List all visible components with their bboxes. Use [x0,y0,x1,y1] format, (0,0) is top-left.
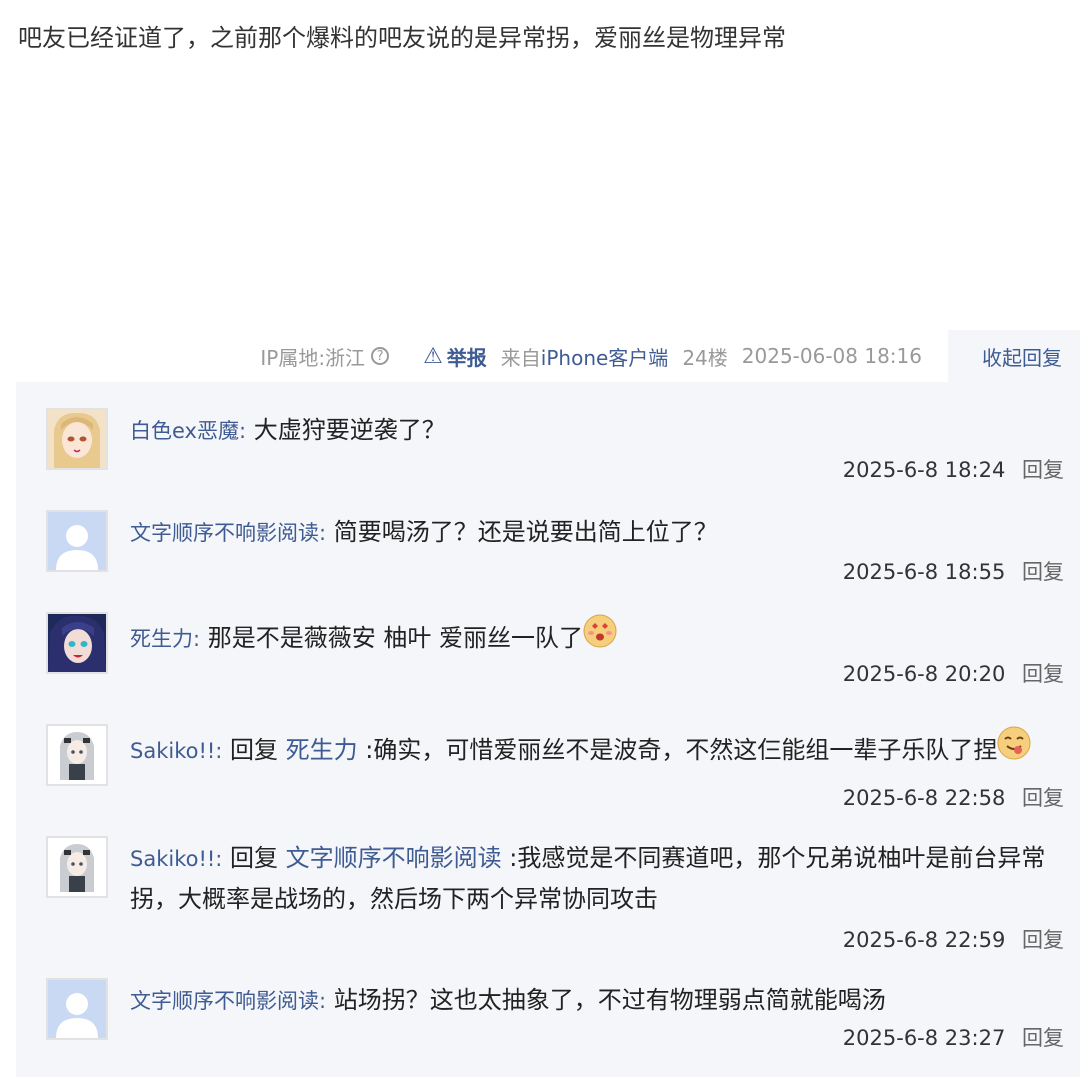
list-item: Sakiko!!: 回复 文字顺序不响影阅读 :我感觉是不同赛道吧，那个兄弟说柚… [46,836,1064,956]
reply-username[interactable]: 白色ex恶魔 [130,419,239,443]
reply-button[interactable]: 回复 [1022,662,1064,686]
anime-girl-silver-icon [48,838,106,896]
reply-text: 死生力: 那是不是薇薇安 柚叶 爱丽丝一队了 [130,614,1064,659]
reply-content: 站场拐？这也太抽象了，不过有物理弱点简就能喝汤 [333,986,886,1014]
reply-content: 简要喝汤了？还是说要出简上位了？ [333,518,718,546]
reply-time: 2025-6-8 22:58 [842,786,1006,810]
reply-username[interactable]: 死生力 [130,627,193,651]
reply-content: 大虚狩要逆袭了？ [253,416,446,444]
reply-to-label: 回复 [230,736,279,764]
reply-time: 2025-6-8 22:59 [842,928,1006,952]
anime-girl-dark-icon [48,614,106,672]
avatar[interactable] [46,612,108,674]
avatar[interactable] [46,510,108,572]
reply-footer: 2025-6-8 22:58 回复 [843,782,1064,812]
reply-text: 白色ex恶魔: 大虚狩要逆袭了？ [130,416,446,444]
list-item: 死生力: 那是不是薇薇安 柚叶 爱丽丝一队了 2025-6-8 20:20 回复 [46,612,1064,702]
collapse-replies-button[interactable]: 收起回复 [948,330,1080,382]
reply-button[interactable]: 回复 [1022,1026,1064,1050]
list-item: 白色ex恶魔: 大虚狩要逆袭了？ 2025-6-8 18:24 回复 [46,408,1064,498]
reply-button[interactable]: 回复 [1022,560,1064,584]
reply-footer: 2025-6-8 20:20 回复 [843,658,1064,688]
reply-time: 2025-6-8 18:24 [842,458,1006,482]
default-avatar-icon [48,512,106,570]
reply-username[interactable]: 文字顺序不响影阅读 [130,521,319,545]
tongue-emoji-icon [997,726,1031,760]
reply-text: 文字顺序不响影阅读: 简要喝汤了？还是说要出简上位了？ [130,518,718,546]
reply-footer: 2025-6-8 18:55 回复 [843,556,1064,586]
client-link[interactable]: iPhone客户端 [541,342,669,371]
reply-time: 2025-6-8 20:20 [842,662,1006,686]
reply-list: 白色ex恶魔: 大虚狩要逆袭了？ 2025-6-8 18:24 回复 文字顺序不… [16,382,1080,1077]
reply-content: 那是不是薇薇安 柚叶 爱丽丝一队了 [207,624,583,652]
default-avatar-icon [48,980,106,1038]
reply-time: 2025-6-8 23:27 [842,1026,1006,1050]
avatar[interactable] [46,408,108,470]
reply-to-label: 回复 [230,844,279,872]
reply-text: 文字顺序不响影阅读: 站场拐？这也太抽象了，不过有物理弱点简就能喝汤 [130,986,886,1014]
anime-girl-blonde-icon [48,410,106,468]
reply-username[interactable]: Sakiko!! [130,847,215,871]
mention-link[interactable]: 文字顺序不响影阅读 [286,844,502,872]
question-circle-icon[interactable]: ? [371,347,390,365]
reply-username[interactable]: 文字顺序不响影阅读 [130,989,319,1013]
post-source: 来自 iPhone客户端 [501,342,669,371]
mention-link[interactable]: 死生力 [286,736,358,764]
reply-content: :确实，可惜爱丽丝不是波奇，不然这仨能组一辈子乐队了捏 [365,736,998,764]
floor-number: 24楼 [682,345,728,370]
anime-girl-silver-icon [48,726,106,784]
post-meta-bar: IP属地:浙江 ? ⚠ 举报 来自 iPhone客户端 24楼 2025-06-0… [260,330,1080,382]
reply-button[interactable]: 回复 [1022,458,1064,482]
warning-triangle-icon: ⚠ [423,343,443,369]
reply-button[interactable]: 回复 [1022,928,1064,952]
reply-text: Sakiko!!: 回复 死生力 :确实，可惜爱丽丝不是波奇，不然这仨能组一辈子… [130,726,1064,771]
reply-footer: 2025-6-8 22:59 回复 [843,924,1064,954]
avatar[interactable] [46,724,108,786]
avatar[interactable] [46,836,108,898]
report-label: 举报 [446,345,487,370]
reply-text: Sakiko!!: 回复 文字顺序不响影阅读 :我感觉是不同赛道吧，那个兄弟说柚… [130,844,1046,913]
avatar[interactable] [46,978,108,1040]
source-prefix: 来自 [500,345,541,370]
list-item: Sakiko!!: 回复 死生力 :确实，可惜爱丽丝不是波奇，不然这仨能组一辈子… [46,724,1064,814]
reply-footer: 2025-6-8 18:24 回复 [843,454,1064,484]
list-item: 文字顺序不响影阅读: 简要喝汤了？还是说要出简上位了？ 2025-6-8 18:… [46,510,1064,600]
report-link[interactable]: ⚠ 举报 [423,342,487,371]
post-datetime: 2025-06-08 18:16 [741,344,922,368]
reply-button[interactable]: 回复 [1022,786,1064,810]
ip-location: IP属地:浙江 ? [260,342,390,371]
reply-username[interactable]: Sakiko!! [130,739,215,763]
list-item: 文字顺序不响影阅读: 站场拐？这也太抽象了，不过有物理弱点简就能喝汤 2025-… [46,978,1064,1068]
reply-time: 2025-6-8 18:55 [842,560,1006,584]
ip-label: IP属地:浙江 [260,345,366,370]
post-content: 吧友已经证道了，之前那个爆料的吧友说的是异常拐，爱丽丝是物理异常 [18,24,786,52]
blush-emoji-icon [583,614,617,648]
reply-footer: 2025-6-8 23:27 回复 [843,1022,1064,1052]
